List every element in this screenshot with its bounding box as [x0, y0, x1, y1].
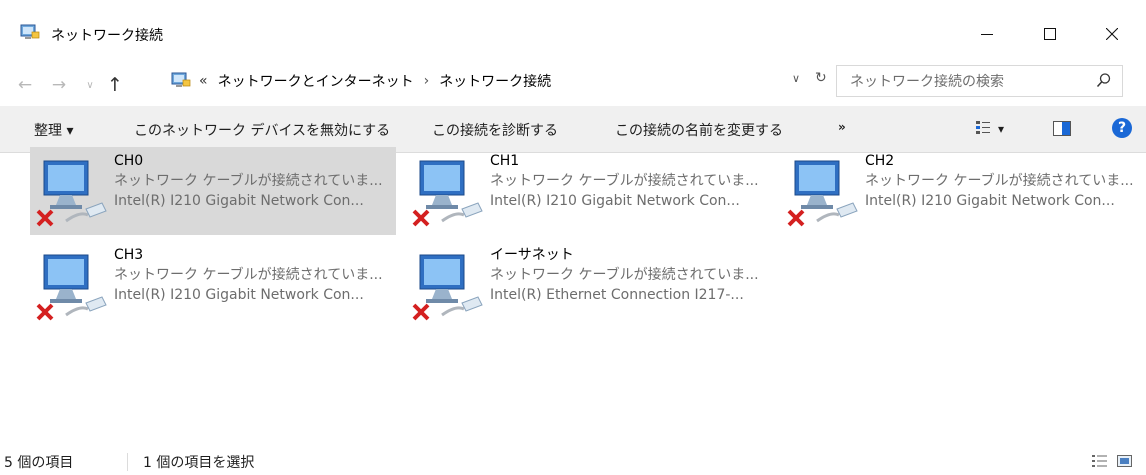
disable-device-button[interactable]: このネットワーク デバイスを無効にする: [134, 120, 390, 140]
command-bar: 整理 ▾ このネットワーク デバイスを無効にする この接続を診断する この接続の…: [0, 106, 1146, 153]
connection-name: CH0: [114, 153, 144, 169]
maximize-icon: [1044, 28, 1056, 40]
item-count: 5 個の項目: [4, 455, 74, 471]
large-icons-view-icon[interactable]: [1117, 454, 1132, 468]
connection-text: CH3 ネットワーク ケーブルが接続されていま... Intel(R) I210…: [114, 245, 383, 305]
disconnected-x-icon: [36, 209, 54, 227]
disconnected-x-icon: [36, 303, 54, 321]
back-button[interactable]: ←: [13, 75, 37, 95]
title-bar: ネットワーク接続: [0, 0, 1146, 60]
connections-view: CH0 ネットワーク ケーブルが接続されていま... Intel(R) I210…: [0, 147, 1146, 437]
maximize-button[interactable]: [1027, 15, 1073, 53]
connection-item-ch1[interactable]: CH1 ネットワーク ケーブルが接続されていま... Intel(R) I210…: [406, 147, 772, 235]
window-title: ネットワーク接続: [51, 28, 163, 44]
details-view-icon[interactable]: [1092, 454, 1107, 468]
rename-button[interactable]: この接続の名前を変更する: [615, 120, 783, 140]
preview-pane-icon[interactable]: [1053, 121, 1071, 136]
network-adapter-icon: [36, 254, 107, 321]
up-button[interactable]: ↑: [103, 74, 127, 96]
address-dropdown-button[interactable]: ∨: [792, 72, 800, 85]
hidden-path-chevron[interactable]: «: [199, 73, 208, 89]
selected-count: 1 個の項目を選択: [143, 455, 255, 471]
forward-button[interactable]: →: [47, 75, 71, 95]
connection-status: ネットワーク ケーブルが接続されていま...: [114, 173, 383, 189]
network-adapter-icon: [36, 160, 107, 227]
connection-name: CH2: [865, 153, 895, 169]
diagnose-button[interactable]: この接続を診断する: [432, 120, 558, 140]
breadcrumb-separator[interactable]: ›: [424, 73, 430, 89]
connection-name: CH3: [114, 247, 144, 263]
connection-device: Intel(R) I210 Gigabit Network Con...: [114, 193, 364, 209]
disconnected-x-icon: [412, 209, 430, 227]
connection-item-ethernet[interactable]: イーサネット ネットワーク ケーブルが接続されていま... Intel(R) E…: [406, 241, 772, 329]
connection-device: Intel(R) I210 Gigabit Network Con...: [865, 193, 1115, 209]
status-divider: [127, 453, 128, 471]
network-adapter-icon: [412, 160, 483, 227]
close-button[interactable]: [1089, 15, 1135, 53]
minimize-button[interactable]: [964, 15, 1010, 53]
connection-text: CH1 ネットワーク ケーブルが接続されていま... Intel(R) I210…: [490, 151, 759, 211]
connection-name: イーサネット: [490, 247, 574, 263]
network-connections-icon: [171, 72, 191, 87]
minimize-icon: [981, 34, 993, 35]
connection-device: Intel(R) Ethernet Connection I217-...: [490, 287, 744, 303]
recent-locations-button[interactable]: ∨: [78, 75, 102, 95]
network-adapter-icon: [412, 254, 483, 321]
connection-text: CH2 ネットワーク ケーブルが接続されていま... Intel(R) I210…: [865, 151, 1134, 211]
connection-status: ネットワーク ケーブルが接続されていま...: [114, 267, 383, 283]
connection-item-ch2[interactable]: CH2 ネットワーク ケーブルが接続されていま... Intel(R) I210…: [781, 147, 1146, 235]
help-button[interactable]: ?: [1112, 118, 1132, 138]
connection-item-ch0[interactable]: CH0 ネットワーク ケーブルが接続されていま... Intel(R) I210…: [30, 147, 396, 235]
connection-status: ネットワーク ケーブルが接続されていま...: [865, 173, 1134, 189]
close-icon: [1106, 28, 1118, 40]
disconnected-x-icon: [787, 209, 805, 227]
search-box[interactable]: ネットワーク接続の検索: [836, 65, 1123, 97]
search-input[interactable]: ネットワーク接続の検索: [850, 71, 1004, 91]
breadcrumb-network-internet[interactable]: ネットワークとインターネット: [218, 71, 414, 91]
breadcrumb-network-connections[interactable]: ネットワーク接続: [439, 71, 551, 91]
connection-name: CH1: [490, 153, 520, 169]
network-adapter-icon: [787, 160, 858, 227]
connection-text: イーサネット ネットワーク ケーブルが接続されていま... Intel(R) E…: [490, 245, 759, 305]
connection-status: ネットワーク ケーブルが接続されていま...: [490, 173, 759, 189]
address-bar[interactable]: « ネットワークとインターネット › ネットワーク接続 ∨ ↻: [160, 65, 827, 97]
search-icon[interactable]: [1096, 72, 1112, 88]
connection-text: CH0 ネットワーク ケーブルが接続されていま... Intel(R) I210…: [114, 151, 383, 211]
status-bar: 5 個の項目 1 個の項目を選択: [0, 445, 1146, 475]
disconnected-x-icon: [412, 303, 430, 321]
view-options-dropdown[interactable]: ▾: [998, 122, 1004, 136]
connection-item-ch3[interactable]: CH3 ネットワーク ケーブルが接続されていま... Intel(R) I210…: [30, 241, 396, 329]
refresh-button[interactable]: ↻: [815, 70, 827, 86]
connection-device: Intel(R) I210 Gigabit Network Con...: [114, 287, 364, 303]
connection-status: ネットワーク ケーブルが接続されていま...: [490, 267, 759, 283]
connection-device: Intel(R) I210 Gigabit Network Con...: [490, 193, 740, 209]
change-view-icon[interactable]: [975, 120, 991, 136]
more-commands-button[interactable]: »: [838, 120, 846, 134]
organize-menu[interactable]: 整理 ▾: [34, 120, 73, 140]
network-connections-icon: [20, 24, 40, 39]
